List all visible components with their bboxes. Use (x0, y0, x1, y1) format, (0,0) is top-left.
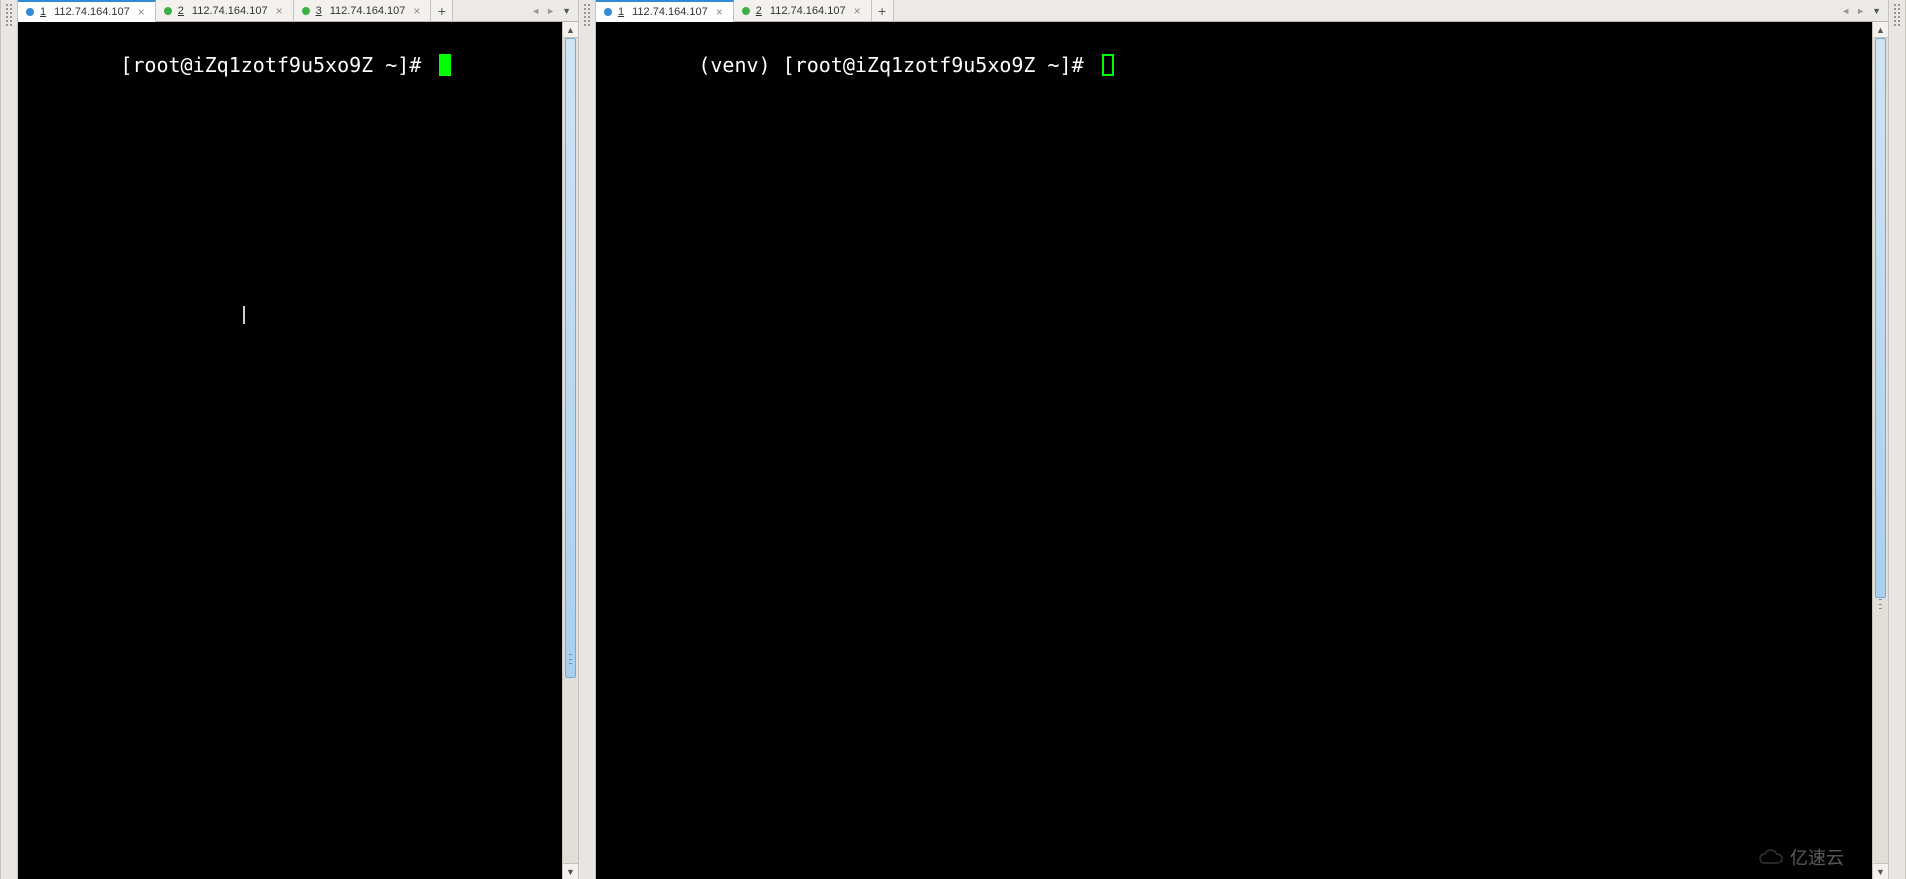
tab-left-1[interactable]: 1 112.74.164.107 × (18, 0, 156, 22)
status-dot-icon (164, 7, 172, 15)
tab-list-dropdown-icon[interactable]: ▼ (559, 6, 574, 16)
cloud-icon (1758, 849, 1784, 867)
close-icon[interactable]: × (852, 4, 863, 18)
status-dot-icon (26, 8, 34, 16)
tab-nav-prev-icon[interactable]: ◄ (529, 6, 542, 16)
scroll-up-icon[interactable]: ▲ (563, 22, 578, 38)
tabbar-nav-right: ◄ ► ▼ (1835, 0, 1888, 21)
scroll-thumb[interactable] (1875, 38, 1886, 598)
tabbar-nav-left: ◄ ► ▼ (525, 0, 578, 21)
cursor-block-icon (439, 54, 451, 76)
prompt-left: [root@iZq1zotf9u5xo9Z ~]# (120, 53, 433, 77)
tab-index: 2 (178, 5, 184, 17)
pane-left: 1 112.74.164.107 × 2 112.74.164.107 × 3 … (18, 0, 578, 879)
prompt-right: (venv) [root@iZq1zotf9u5xo9Z ~]# (698, 53, 1095, 77)
status-dot-icon (302, 7, 310, 15)
scrollbar-right[interactable]: ▲ ▼ (1872, 22, 1888, 879)
scroll-thumb[interactable] (565, 38, 576, 678)
scroll-down-icon[interactable]: ▼ (563, 863, 578, 879)
scroll-track[interactable] (1873, 38, 1888, 863)
tab-label: 112.74.164.107 (632, 6, 708, 18)
terminal-left[interactable]: [root@iZq1zotf9u5xo9Z ~]# (18, 22, 562, 879)
scroll-down-icon[interactable]: ▼ (1873, 863, 1888, 879)
workspace: 1 112.74.164.107 × 2 112.74.164.107 × 3 … (0, 0, 1906, 879)
tab-nav-next-icon[interactable]: ► (1854, 6, 1867, 16)
scrollbar-left[interactable]: ▲ ▼ (562, 22, 578, 879)
tab-index: 2 (756, 5, 762, 17)
tab-nav-prev-icon[interactable]: ◄ (1839, 6, 1852, 16)
tab-right-2[interactable]: 2 112.74.164.107 × (734, 0, 872, 21)
tab-list-dropdown-icon[interactable]: ▼ (1869, 6, 1884, 16)
close-icon[interactable]: × (136, 5, 147, 19)
dock-handle-right[interactable] (1888, 0, 1906, 879)
dock-grip-icon (582, 4, 592, 34)
scroll-grip-icon (569, 654, 572, 664)
status-dot-icon (604, 8, 612, 16)
tabs-left: 1 112.74.164.107 × 2 112.74.164.107 × 3 … (18, 0, 453, 21)
terminal-row-left: [root@iZq1zotf9u5xo9Z ~]# ▲ ▼ (18, 22, 578, 879)
watermark: 亿速云 (1758, 845, 1844, 871)
terminal-row-right: (venv) [root@iZq1zotf9u5xo9Z ~]# 亿速云 ▲ (596, 22, 1888, 879)
add-tab-button[interactable]: + (431, 0, 453, 21)
scroll-grip-icon (1879, 599, 1882, 609)
tab-left-2[interactable]: 2 112.74.164.107 × (156, 0, 294, 21)
pane-right: 1 112.74.164.107 × 2 112.74.164.107 × + … (596, 0, 1888, 879)
dock-grip-icon (1892, 4, 1902, 34)
scroll-track[interactable] (563, 38, 578, 863)
terminal-right[interactable]: (venv) [root@iZq1zotf9u5xo9Z ~]# 亿速云 (596, 22, 1872, 879)
cursor-outline-icon (1102, 54, 1114, 76)
tabs-right: 1 112.74.164.107 × 2 112.74.164.107 × + (596, 0, 894, 21)
tab-index: 3 (316, 5, 322, 17)
add-tab-button[interactable]: + (872, 0, 894, 21)
tab-label: 112.74.164.107 (192, 5, 268, 17)
tab-label: 112.74.164.107 (770, 5, 846, 17)
tab-label: 112.74.164.107 (330, 5, 406, 17)
tab-left-3[interactable]: 3 112.74.164.107 × (294, 0, 432, 21)
close-icon[interactable]: × (411, 4, 422, 18)
tab-nav-next-icon[interactable]: ► (544, 6, 557, 16)
close-icon[interactable]: × (714, 5, 725, 19)
tab-index: 1 (618, 6, 624, 18)
dock-handle-left[interactable] (0, 0, 18, 879)
tab-right-1[interactable]: 1 112.74.164.107 × (596, 0, 734, 22)
scroll-up-icon[interactable]: ▲ (1873, 22, 1888, 38)
tab-index: 1 (40, 6, 46, 18)
status-dot-icon (742, 7, 750, 15)
dock-grip-icon (4, 4, 14, 34)
watermark-text: 亿速云 (1790, 845, 1844, 871)
close-icon[interactable]: × (274, 4, 285, 18)
tabbar-right: 1 112.74.164.107 × 2 112.74.164.107 × + … (596, 0, 1888, 22)
splitter-handle[interactable] (578, 0, 596, 879)
tabbar-left: 1 112.74.164.107 × 2 112.74.164.107 × 3 … (18, 0, 578, 22)
text-cursor-ibeam (243, 306, 245, 324)
tab-label: 112.74.164.107 (54, 6, 130, 18)
